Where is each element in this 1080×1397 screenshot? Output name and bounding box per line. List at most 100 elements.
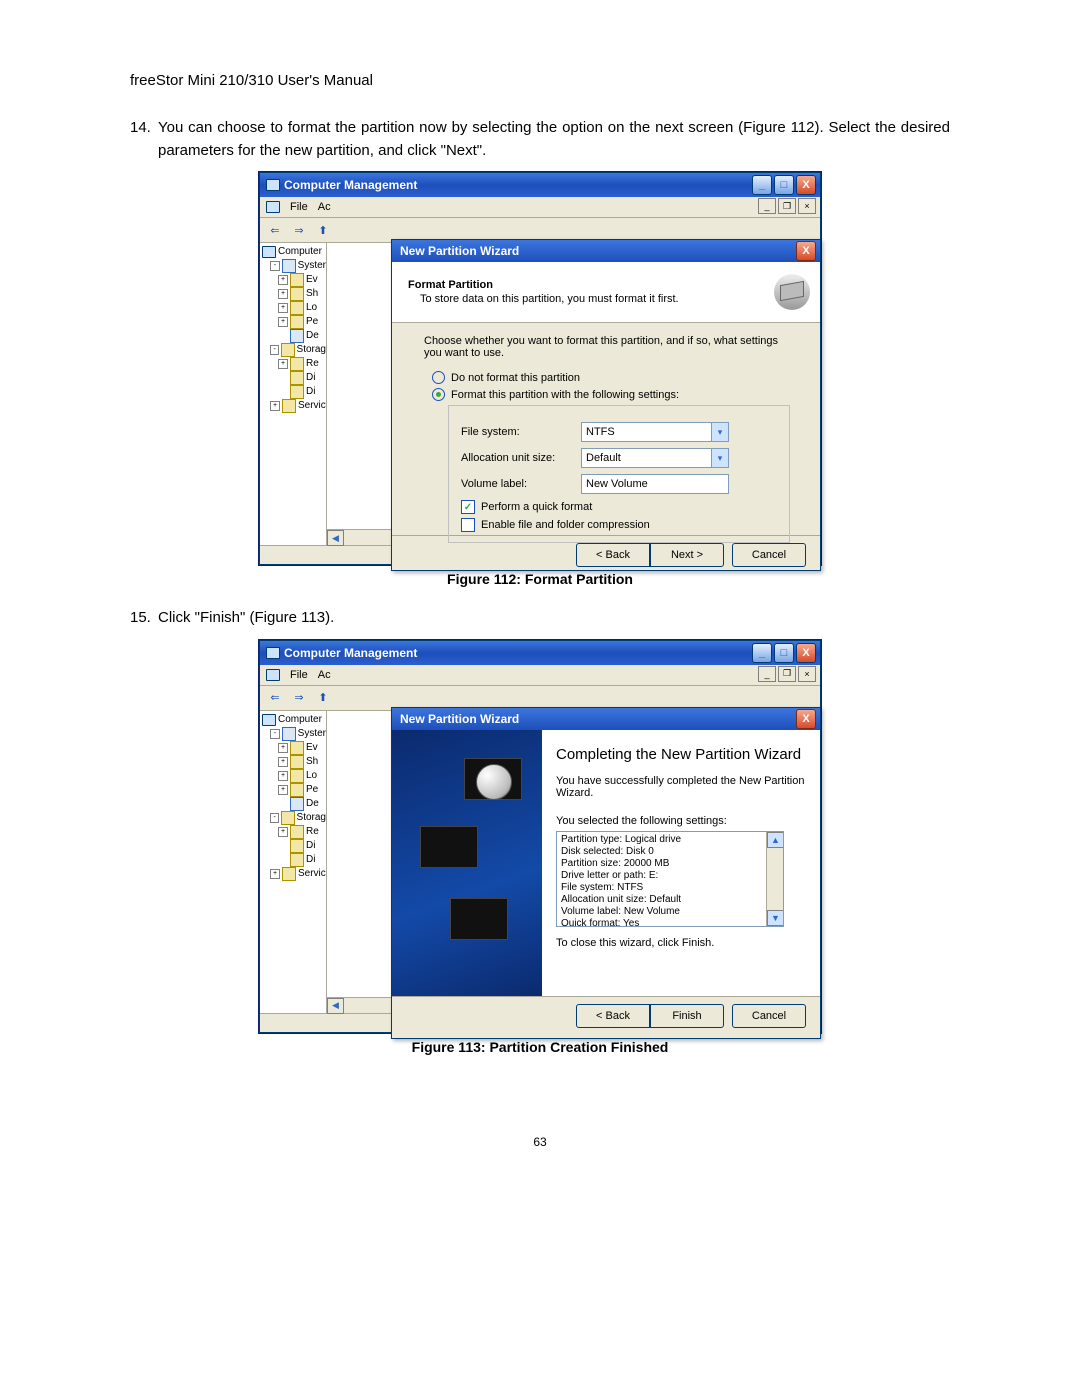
dropdown-icon[interactable]: ▾ [711,423,728,441]
list-item: Allocation unit size: Default [561,894,779,906]
mdi-close-button[interactable]: × [798,666,816,682]
storage-icon [281,343,294,357]
expand-icon[interactable]: + [270,869,280,879]
wizard-body: Choose whether you want to format this p… [392,323,820,535]
wizard-prompt: Choose whether you want to format this p… [424,335,798,359]
step-number: 15. [130,607,158,630]
wizard-heading: Format Partition [408,279,493,291]
expand-icon[interactable]: + [278,771,288,781]
tree-pane[interactable]: Computer -Syster +Ev +Sh +Lo +Pe De -Sto… [260,243,327,545]
close-button[interactable]: X [796,643,816,663]
menu-file[interactable]: File [290,669,308,681]
step-14: 14. You can choose to format the partiti… [130,117,950,162]
collapse-icon[interactable]: - [270,261,280,271]
mdi-minimize-button[interactable]: _ [758,198,776,214]
expand-icon[interactable]: + [278,359,288,369]
expand-icon[interactable]: + [278,275,288,285]
back-button[interactable]: < Back [576,543,650,567]
maximize-button[interactable]: □ [774,643,794,663]
expand-icon[interactable]: + [278,743,288,753]
list-item: Quick format: Yes [561,918,779,927]
wizard-close-button[interactable]: X [796,709,816,729]
radio-do-not-format[interactable]: Do not format this partition [432,371,798,384]
mdi-minimize-button[interactable]: _ [758,666,776,682]
expand-icon[interactable]: + [278,303,288,313]
collapse-icon[interactable]: - [270,345,279,355]
scroll-left-icon[interactable]: ◀ [327,530,344,546]
radio-format-with-settings[interactable]: Format this partition with the following… [432,388,798,401]
expand-icon[interactable]: + [270,401,280,411]
menu-action[interactable]: Ac [318,201,331,213]
maximize-button[interactable]: □ [774,175,794,195]
back-icon[interactable]: ⇐ [266,689,284,707]
folder-icon [290,273,304,287]
expand-icon[interactable]: + [278,827,288,837]
wizard-titlebar[interactable]: New Partition Wizard X [392,240,820,262]
wizard-close-button[interactable]: X [796,241,816,261]
file-system-select[interactable]: NTFS ▾ [581,422,729,442]
banner-cube-icon [450,898,508,940]
step-15: 15. Click "Finish" (Figure 113). [130,607,950,630]
enable-compression-checkbox[interactable]: Enable file and folder compression [461,518,777,532]
collapse-icon[interactable]: - [270,813,279,823]
list-item: Disk selected: Disk 0 [561,846,779,858]
menu-bar[interactable]: File Ac _ ❐ × [260,665,820,686]
scroll-down-icon[interactable]: ▼ [767,910,784,926]
close-button[interactable]: X [796,175,816,195]
collapse-icon[interactable]: - [270,729,280,739]
list-item: File system: NTFS [561,882,779,894]
finish-button[interactable]: Finish [650,1004,724,1028]
new-partition-wizard-dialog: New Partition Wizard X Format Partition … [391,239,821,571]
checkbox-icon[interactable]: ✓ [461,500,475,514]
scroll-up-icon[interactable]: ▲ [767,832,784,848]
up-icon[interactable]: ⬆ [314,689,332,707]
expand-icon[interactable]: + [278,757,288,767]
scroll-left-icon[interactable]: ◀ [327,998,344,1014]
figure-113-caption: Figure 113: Partition Creation Finished [130,1039,950,1055]
expand-icon[interactable]: + [278,289,288,299]
expand-icon[interactable]: + [278,785,288,795]
window-titlebar[interactable]: Computer Management _ □ X [260,641,820,665]
back-button[interactable]: < Back [576,1004,650,1028]
window-titlebar[interactable]: Computer Management _ □ X [260,173,820,197]
manual-title: freeStor Mini 210/310 User's Manual [130,72,950,89]
wizard-subheading: To store data on this partition, you mus… [408,292,679,306]
menu-bar[interactable]: File Ac _ ❐ × [260,197,820,218]
radio-icon[interactable] [432,371,445,384]
dropdown-icon[interactable]: ▾ [711,449,728,467]
menu-action[interactable]: Ac [318,669,331,681]
next-button[interactable]: Next > [650,543,724,567]
tree-pane[interactable]: Computer -Syster +Ev +Sh +Lo +Pe De -Sto… [260,711,327,1013]
disk-icon [290,371,304,385]
app-icon [266,647,280,659]
list-item: Volume label: New Volume [561,906,779,918]
mdi-close-button[interactable]: × [798,198,816,214]
forward-icon[interactable]: ⇒ [290,689,308,707]
step-number: 14. [130,117,158,162]
forward-icon[interactable]: ⇒ [290,221,308,239]
tools-icon [282,259,296,273]
expand-icon[interactable]: + [278,317,288,327]
quick-format-checkbox[interactable]: ✓ Perform a quick format [461,500,777,514]
computer-management-window: Computer Management _ □ X File Ac _ ❐ × … [259,640,821,1033]
menu-file[interactable]: File [290,201,308,213]
allocation-size-select[interactable]: Default ▾ [581,448,729,468]
up-icon[interactable]: ⬆ [314,221,332,239]
listbox-scrollbar[interactable]: ▲ ▼ [766,832,783,926]
folder-icon [290,741,304,755]
mdi-restore-button[interactable]: ❐ [778,198,796,214]
radio-icon[interactable] [432,388,445,401]
checkbox-icon[interactable] [461,518,475,532]
page-number: 63 [130,1135,950,1149]
minimize-button[interactable]: _ [752,175,772,195]
minimize-button[interactable]: _ [752,643,772,663]
wizard-titlebar[interactable]: New Partition Wizard X [392,708,820,730]
cancel-button[interactable]: Cancel [732,543,806,567]
wizard-heading: Completing the New Partition Wizard [556,746,810,763]
mdi-restore-button[interactable]: ❐ [778,666,796,682]
cancel-button[interactable]: Cancel [732,1004,806,1028]
volume-label-input[interactable]: New Volume [581,474,729,494]
back-icon[interactable]: ⇐ [266,221,284,239]
settings-listbox[interactable]: Partition type: Logical drive Disk selec… [556,831,784,927]
window-title: Computer Management [266,646,752,660]
